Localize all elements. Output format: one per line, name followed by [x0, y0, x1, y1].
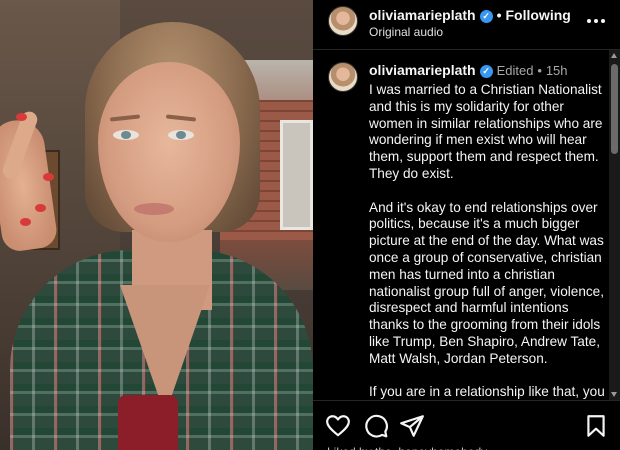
- video-person-nail: [35, 204, 46, 212]
- audio-link[interactable]: Original audio: [369, 25, 443, 39]
- action-bar: [313, 400, 620, 450]
- video-person-eye: [113, 130, 139, 140]
- caption-paragraph: If you are in a relationship like that, …: [369, 384, 605, 400]
- heart-icon[interactable]: [325, 413, 351, 439]
- post-side-panel: oliviamarieplath ✓ • Following Original aud…: [313, 0, 620, 450]
- scroll-down-arrow-icon[interactable]: [611, 392, 617, 397]
- verified-badge-icon: ✓: [479, 65, 493, 78]
- video-person-lips: [134, 203, 174, 215]
- caption-scrollbar[interactable]: [609, 50, 620, 400]
- header-separator: •: [496, 7, 502, 23]
- caption-text: I was married to a Christian Nationalist…: [369, 82, 605, 400]
- author-avatar[interactable]: [328, 6, 358, 36]
- post-age[interactable]: 15h: [546, 63, 568, 78]
- author-header-line: oliviamarieplath ✓ • Following: [369, 7, 571, 23]
- caption-author-avatar[interactable]: [328, 62, 358, 92]
- video-person-nail: [16, 113, 27, 121]
- author-username-link[interactable]: oliviamarieplath: [369, 7, 476, 23]
- video-person-nail: [43, 173, 54, 181]
- verified-badge-icon: ✓: [479, 10, 493, 23]
- caption-header: oliviamarieplath ✓ Edited • 15h: [369, 62, 568, 78]
- comment-icon[interactable]: [363, 413, 389, 439]
- scroll-up-arrow-icon[interactable]: [611, 53, 617, 58]
- edited-label: Edited: [496, 63, 534, 78]
- caption-separator: •: [537, 63, 542, 78]
- following-button[interactable]: Following: [506, 7, 571, 23]
- caption-section: oliviamarieplath ✓ Edited • 15h I was marr…: [313, 50, 609, 400]
- post-header: oliviamarieplath ✓ • Following Original aud…: [313, 0, 620, 50]
- share-icon[interactable]: [399, 413, 425, 439]
- video-player[interactable]: [0, 0, 313, 450]
- caption-paragraph: I was married to a Christian Nationalist…: [369, 82, 603, 181]
- likes-summary[interactable]: Liked by the_honeyhomebody: [327, 445, 607, 450]
- video-person-undershirt: [118, 395, 178, 450]
- video-person-nail: [20, 218, 31, 226]
- scrollbar-thumb[interactable]: [611, 64, 618, 154]
- bookmark-icon[interactable]: [583, 413, 609, 439]
- video-person-eye: [168, 130, 194, 140]
- caption-paragraph: And it's okay to end relationships over …: [369, 199, 605, 366]
- caption-author-username[interactable]: oliviamarieplath: [369, 62, 476, 78]
- more-options-icon[interactable]: [586, 11, 606, 31]
